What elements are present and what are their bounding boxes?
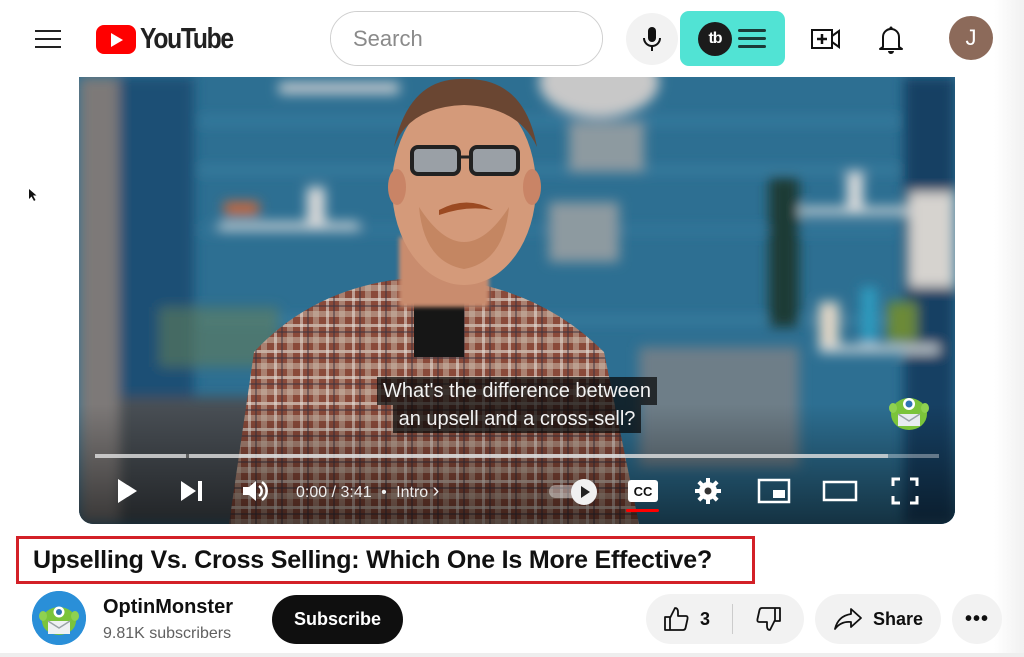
optinmonster-watermark-icon	[889, 398, 929, 430]
voice-search-button[interactable]	[626, 13, 678, 65]
volume-icon	[243, 480, 268, 502]
share-button[interactable]: Share	[815, 594, 941, 644]
title-highlight-box: Upselling Vs. Cross Selling: Which One I…	[16, 536, 755, 584]
captions-overlay: What's the difference between an upsell …	[79, 377, 955, 433]
video-title: Upselling Vs. Cross Selling: Which One I…	[33, 545, 713, 574]
chapter-button[interactable]: Intro ›	[396, 480, 439, 502]
captions-active-indicator	[626, 509, 659, 512]
play-button[interactable]	[112, 475, 142, 507]
search-box	[330, 11, 603, 66]
current-time: 0:00	[296, 484, 328, 501]
duration: 3:41	[340, 484, 372, 501]
like-dislike-group: 3	[646, 594, 804, 644]
channel-avatar[interactable]	[32, 591, 86, 645]
channel-name[interactable]: OptinMonster	[103, 596, 233, 619]
page-edge-shadow	[994, 0, 1024, 657]
create-button[interactable]	[807, 20, 845, 58]
chapter-dot: •	[381, 484, 387, 501]
youtube-logo[interactable]: YouTube	[96, 23, 249, 56]
miniplayer-button[interactable]	[756, 475, 792, 507]
theater-mode-icon	[822, 480, 858, 502]
thumbs-up-icon	[664, 607, 689, 631]
optinmonster-logo-icon	[32, 591, 86, 645]
tubebuddy-menu-icon	[738, 28, 766, 49]
time-separator: /	[331, 484, 337, 501]
caption-line: an upsell and a cross-sell?	[392, 405, 642, 433]
tubebuddy-icon: tb	[698, 21, 732, 56]
youtube-logo-icon	[96, 25, 136, 54]
mouse-cursor-icon	[28, 188, 38, 207]
page-bottom-border	[0, 653, 1024, 657]
settings-button[interactable]	[691, 475, 725, 507]
progress-bar[interactable]	[95, 454, 939, 458]
caption-line: What's the difference between	[376, 377, 658, 405]
chapter-marker	[186, 454, 190, 458]
more-horizontal-icon: •••	[964, 607, 989, 630]
autoplay-toggle[interactable]	[549, 479, 597, 505]
like-button[interactable]: 3	[646, 594, 732, 644]
chapter-title: Intro	[396, 484, 429, 501]
thumbs-down-icon	[756, 607, 781, 631]
chevron-right-icon: ›	[432, 480, 440, 502]
share-icon	[834, 608, 862, 630]
like-count: 3	[700, 608, 711, 629]
search-input[interactable]	[331, 12, 602, 65]
play-icon	[118, 479, 137, 503]
next-icon	[181, 481, 202, 501]
mute-button[interactable]	[239, 475, 271, 507]
create-video-icon	[811, 29, 840, 49]
share-label: Share	[873, 608, 924, 629]
progress-loaded	[95, 454, 889, 458]
notifications-button[interactable]	[872, 20, 910, 58]
account-avatar[interactable]: J	[949, 16, 993, 60]
notifications-bell-icon	[879, 26, 903, 54]
logo-text: YouTube	[140, 23, 234, 55]
fullscreen-button[interactable]	[889, 475, 921, 507]
time-display: 0:00 / 3:41 • Intro ›	[296, 480, 439, 503]
guide-menu-button[interactable]	[30, 22, 64, 56]
next-button[interactable]	[176, 475, 206, 507]
autoplay-play-icon	[571, 479, 597, 505]
subscribe-button[interactable]: Subscribe	[272, 595, 403, 644]
captions-icon: CC	[628, 480, 658, 502]
video-player[interactable]: What's the difference between an upsell …	[79, 77, 955, 524]
fullscreen-icon	[891, 477, 919, 505]
tubebuddy-button[interactable]: tb	[680, 11, 785, 66]
subscriber-count: 9.81K subscribers	[103, 625, 232, 642]
captions-button[interactable]: CC	[626, 475, 660, 507]
microphone-icon	[643, 27, 661, 51]
menu-icon	[35, 30, 61, 32]
dislike-button[interactable]	[733, 594, 804, 644]
more-actions-button[interactable]: •••	[952, 594, 1002, 644]
svg-text:CC: CC	[634, 484, 653, 499]
miniplayer-icon	[757, 478, 791, 504]
theater-mode-button[interactable]	[821, 475, 859, 507]
settings-icon	[695, 478, 721, 504]
